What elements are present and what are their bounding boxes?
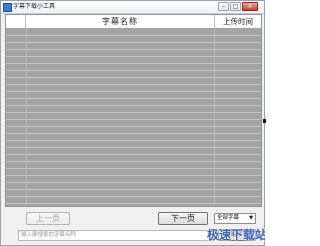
title-bar[interactable]: 字幕下载小工具 – □ ✕ [1, 1, 264, 14]
close-button[interactable]: ✕ [242, 2, 258, 11]
window-title: 字幕下载小工具 [13, 3, 56, 10]
column-divider [214, 29, 215, 206]
row-number-header [6, 15, 26, 28]
chevron-down-icon: ▼ [249, 215, 253, 221]
subtitle-table: 字幕名称 上传时间 [5, 14, 262, 207]
search-input[interactable]: 输入要搜索的字幕名称 [18, 230, 215, 241]
app-window: 字幕下载小工具 – □ ✕ 字幕名称 上传时间 上一页 下一页 全部字幕 ▼ 输… [0, 0, 266, 246]
table-header: 字幕名称 上传时间 [6, 15, 261, 29]
subtitle-filter-value: 全部字幕 [217, 215, 240, 221]
minimize-button[interactable]: – [218, 2, 229, 11]
column-header-upload-time[interactable]: 上传时间 [215, 15, 261, 28]
app-icon [3, 3, 12, 12]
subtitle-filter-select[interactable]: 全部字幕 ▼ [214, 213, 256, 224]
next-page-button[interactable]: 下一页 [158, 212, 208, 225]
maximize-button[interactable]: □ [230, 2, 241, 11]
resize-handle[interactable] [263, 119, 266, 123]
site-watermark: 极速下载站 [207, 228, 265, 242]
column-header-subtitle-name[interactable]: 字幕名称 [26, 15, 215, 28]
column-divider [26, 29, 27, 206]
previous-page-button[interactable]: 上一页 [26, 212, 70, 225]
table-body[interactable] [6, 29, 261, 206]
